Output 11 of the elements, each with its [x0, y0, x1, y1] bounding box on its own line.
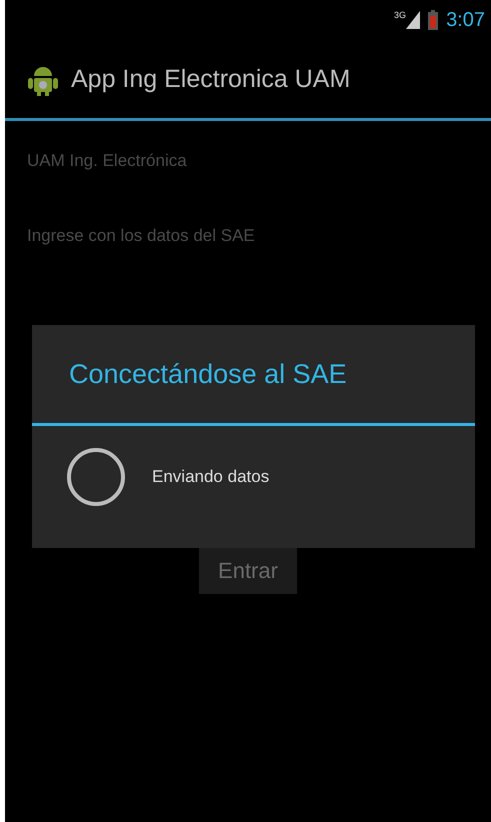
- clock: 3:07: [446, 8, 485, 32]
- instruction-text: Ingrese con los datos del SAE: [27, 226, 256, 246]
- network-type: 3G: [394, 10, 406, 20]
- app-title: App Ing Electronica UAM: [71, 64, 350, 94]
- dialog-message: Enviando datos: [152, 467, 270, 487]
- heading-text: UAM Ing. Electrónica: [27, 151, 188, 171]
- enter-button[interactable]: Entrar: [199, 548, 297, 594]
- dialog-title: Concectándose al SAE: [32, 325, 475, 426]
- battery-icon: [428, 10, 438, 30]
- signal-icon: [406, 11, 420, 29]
- spinner-icon: [65, 446, 127, 508]
